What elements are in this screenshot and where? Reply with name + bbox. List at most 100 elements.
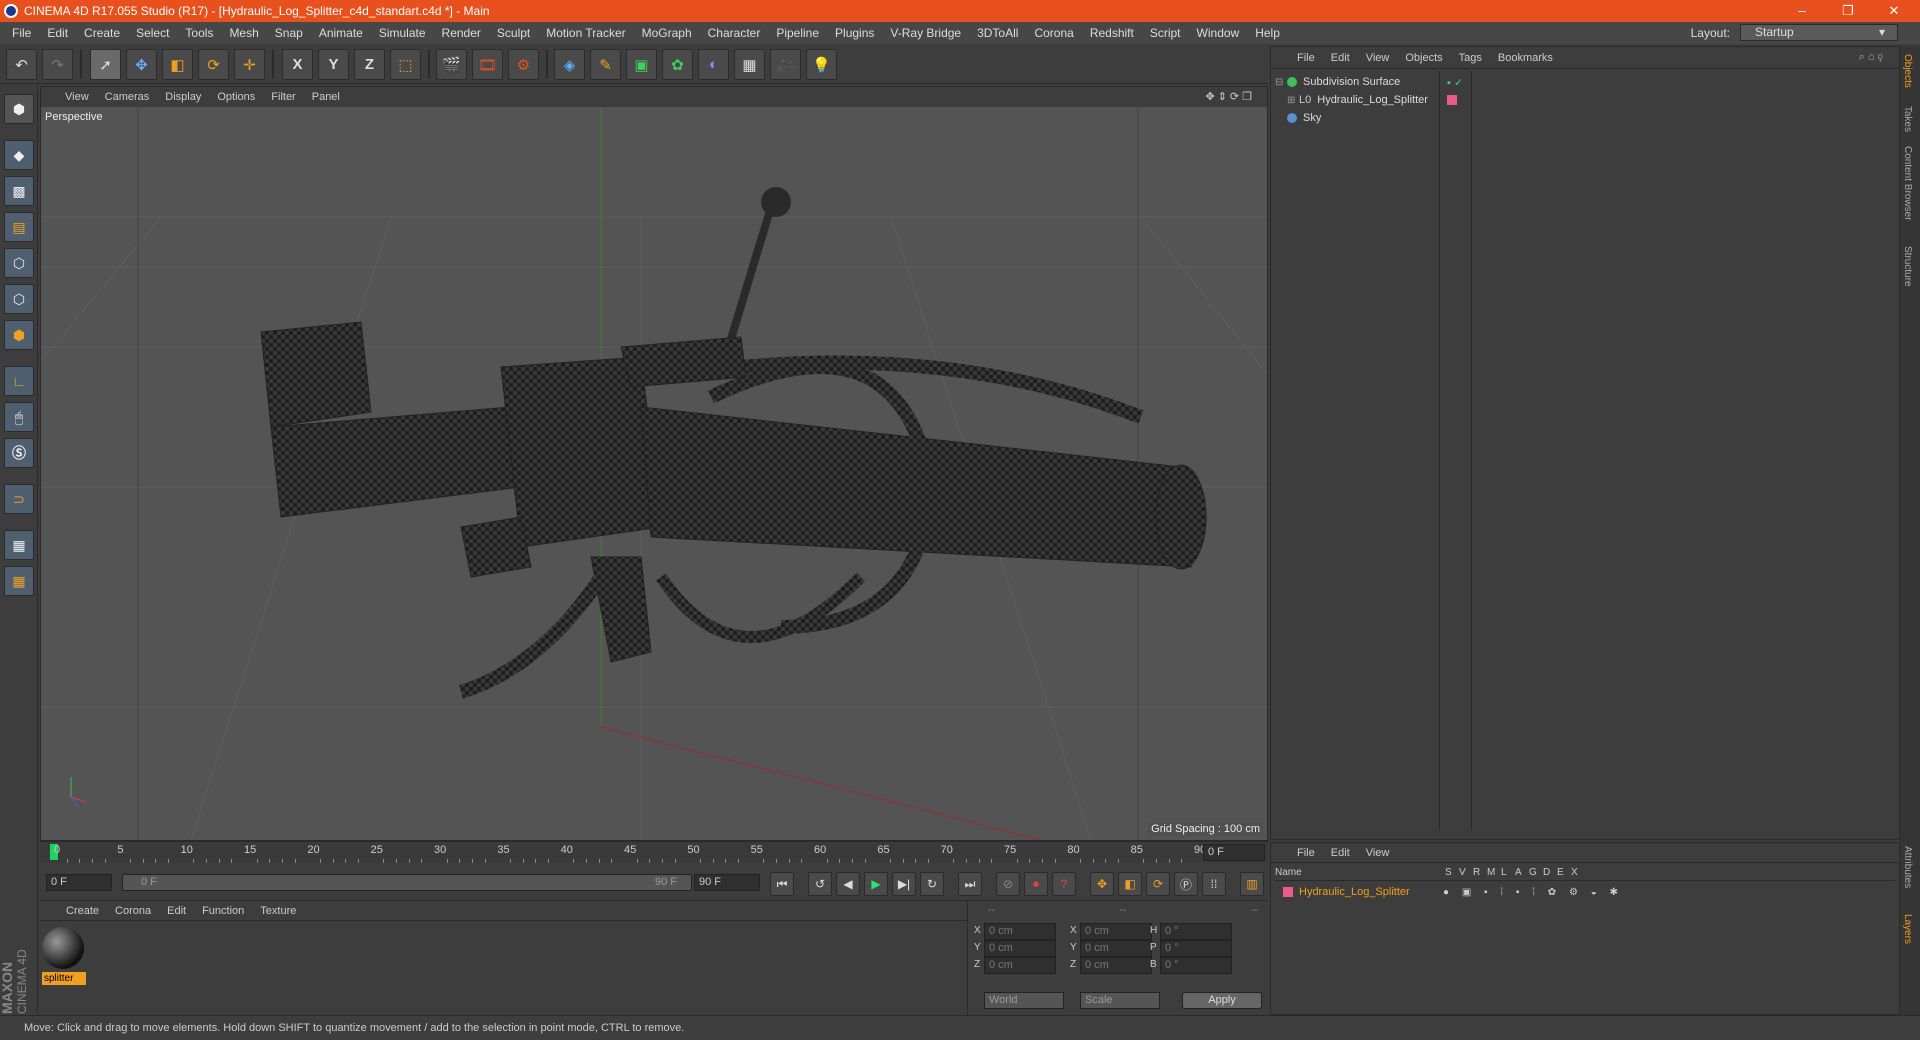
close-button[interactable]: ✕ xyxy=(1872,0,1916,22)
end-frame-field[interactable]: 90 F xyxy=(694,874,760,891)
menu-help[interactable]: Help xyxy=(1247,26,1288,40)
om-menu-bookmarks[interactable]: Bookmarks xyxy=(1490,52,1561,64)
material-menu-corona[interactable]: Corona xyxy=(107,905,159,917)
menu-file[interactable]: File xyxy=(4,26,39,40)
material-menu-texture[interactable]: Texture xyxy=(252,905,304,917)
menu-script[interactable]: Script xyxy=(1142,26,1189,40)
menu-window[interactable]: Window xyxy=(1189,26,1248,40)
material-menu-create[interactable]: Create xyxy=(58,905,107,917)
menu-snap[interactable]: Snap xyxy=(267,26,311,40)
viewport-menu-panel[interactable]: Panel xyxy=(304,91,348,103)
search-icon[interactable]: ⌕ ⌂ ⚲ xyxy=(1851,51,1891,64)
record-active-objects-icon[interactable]: ⏺ xyxy=(1024,872,1048,896)
menu-pipeline[interactable]: Pipeline xyxy=(768,26,827,40)
material-name-label[interactable]: splitter xyxy=(42,972,86,985)
tab-content-browser[interactable]: Content Browser xyxy=(1902,146,1913,220)
object-row-subdivision-surface[interactable]: ⊟ Subdivision Surface ▪ ✓ xyxy=(1275,73,1895,91)
snapping-icon[interactable]: Ⓢ xyxy=(4,438,34,468)
menu-create[interactable]: Create xyxy=(76,26,128,40)
make-editable-icon[interactable]: ⬢ xyxy=(4,94,34,124)
deformer-icon[interactable]: ◐ xyxy=(698,49,729,80)
key-scale-icon[interactable]: ◧ xyxy=(1118,872,1142,896)
lock-workplane-icon[interactable]: ▦ xyxy=(4,530,34,560)
current-frame-field[interactable]: 0 F xyxy=(1203,844,1265,861)
key-rotation-icon[interactable]: ⟳ xyxy=(1146,872,1170,896)
tab-attributes[interactable]: Attributes xyxy=(1902,846,1913,888)
om-menu-edit[interactable]: Edit xyxy=(1323,52,1358,64)
x-axis-lock-button[interactable]: X xyxy=(282,49,313,80)
tab-layers[interactable]: Layers xyxy=(1902,914,1913,944)
coord-value-field[interactable]: 0 cm xyxy=(984,923,1056,940)
om-menu-tags[interactable]: Tags xyxy=(1451,52,1490,64)
layer-color-swatch[interactable] xyxy=(1283,887,1293,897)
planar-workplane-icon[interactable]: ▦ xyxy=(4,566,34,596)
point-mode-icon[interactable]: ⬡ xyxy=(4,248,34,278)
expand-icon[interactable]: ⊟ xyxy=(1275,77,1287,88)
menu-3dtoall[interactable]: 3DToAll xyxy=(969,26,1026,40)
menu-tools[interactable]: Tools xyxy=(177,26,221,40)
next-key-icon[interactable]: ↻ xyxy=(920,872,944,896)
menu-mograph[interactable]: MoGraph xyxy=(634,26,700,40)
minimize-button[interactable]: – xyxy=(1780,0,1824,22)
undo-icon[interactable]: ↶ xyxy=(6,49,37,80)
spline-pen-icon[interactable]: ✎ xyxy=(590,49,621,80)
menu-animate[interactable]: Animate xyxy=(311,26,371,40)
model-mode-icon[interactable]: ◆ xyxy=(4,140,34,170)
viewport-menu-cameras[interactable]: Cameras xyxy=(97,91,158,103)
lm-menu-file[interactable]: File xyxy=(1289,847,1323,859)
material-menu-function[interactable]: Function xyxy=(194,905,252,917)
preview-range-slider[interactable]: 0 F 90 F xyxy=(122,874,692,891)
perspective-viewport[interactable]: View Cameras Display Options Filter Pane… xyxy=(40,86,1268,841)
live-selection-icon[interactable]: ➚ xyxy=(90,49,121,80)
viewport-menu-options[interactable]: Options xyxy=(209,91,263,103)
coord-value-field[interactable]: 0 cm xyxy=(1080,940,1152,957)
om-menu-view[interactable]: View xyxy=(1358,52,1398,64)
timeline-window-icon[interactable]: ▥ xyxy=(1240,872,1264,896)
menu-edit[interactable]: Edit xyxy=(39,26,76,40)
enabled-checkmark-icon[interactable]: ▪ ✓ xyxy=(1447,76,1463,89)
menu-select[interactable]: Select xyxy=(128,26,177,40)
start-frame-field[interactable]: 0 F xyxy=(46,874,112,891)
coord-value-field[interactable]: 0 cm xyxy=(1080,957,1152,974)
menu-corona[interactable]: Corona xyxy=(1026,26,1081,40)
tab-structure[interactable]: Structure xyxy=(1902,246,1913,287)
expand-icon[interactable]: ⊞ xyxy=(1287,95,1299,106)
texture-mode-icon[interactable]: ▩ xyxy=(4,176,34,206)
record-disabled-icon[interactable]: ⊘ xyxy=(996,872,1020,896)
go-to-end-icon[interactable]: ⏭ xyxy=(958,872,982,896)
coord-value-field[interactable]: 0 cm xyxy=(984,957,1056,974)
render-view-icon[interactable]: 🎬 xyxy=(436,49,467,80)
key-point-level-icon[interactable]: ⁞⁞ xyxy=(1202,872,1226,896)
enable-snap-icon[interactable]: ⊃ xyxy=(4,484,34,514)
previous-key-icon[interactable]: ↺ xyxy=(808,872,832,896)
y-axis-lock-button[interactable]: Y xyxy=(318,49,349,80)
maximize-button[interactable]: ❐ xyxy=(1826,0,1870,22)
menu-render[interactable]: Render xyxy=(434,26,489,40)
scale-tool-icon[interactable]: ◧ xyxy=(162,49,193,80)
om-menu-file[interactable]: File xyxy=(1289,52,1323,64)
redo-icon[interactable]: ↷ xyxy=(42,49,73,80)
viewport-menu-view[interactable]: View xyxy=(57,91,97,103)
autokeying-icon[interactable]: ? xyxy=(1052,872,1076,896)
object-row-hydraulic-log-splitter[interactable]: ⊞ L0 Hydraulic_Log_Splitter xyxy=(1275,91,1895,109)
coord-value-field[interactable]: 0 cm xyxy=(1080,923,1152,940)
coord-value-field[interactable]: 0 cm xyxy=(984,940,1056,957)
tweak-mode-icon[interactable]: 🖱 xyxy=(4,402,34,432)
workplane-mode-icon[interactable]: ▤ xyxy=(4,212,34,242)
play-icon[interactable]: ▶ xyxy=(864,872,888,896)
viewport-navigation-icons[interactable]: ✥⇕⟳❐ xyxy=(1197,90,1263,103)
coordinate-system-icon[interactable]: ⬚ xyxy=(390,49,421,80)
lm-menu-view[interactable]: View xyxy=(1358,847,1398,859)
tab-takes[interactable]: Takes xyxy=(1902,106,1913,132)
subdivision-surface-icon[interactable]: ▣ xyxy=(626,49,657,80)
previous-frame-icon[interactable]: ◀ xyxy=(836,872,860,896)
polygon-mode-icon[interactable]: ⬢ xyxy=(4,320,34,350)
floor-icon[interactable]: ▦ xyxy=(734,49,765,80)
next-frame-icon[interactable]: ▶| xyxy=(892,872,916,896)
key-parameter-icon[interactable]: Ⓟ xyxy=(1174,872,1198,896)
coord-value-field[interactable]: 0 ° xyxy=(1160,923,1232,940)
material-menu-edit[interactable]: Edit xyxy=(159,905,194,917)
layer-toggle-icons[interactable]: ● ▣ ▪ ⁞ ▪ ⁞ ✿ ⚙ ◒ ✱ xyxy=(1443,887,1623,898)
material-preview-sphere[interactable] xyxy=(42,927,84,969)
timeline-ruler[interactable]: 0 5 10 15 20 25 30 35 40 45 50 55 60 65 70 75 80 85 90 0 F xyxy=(40,841,1268,864)
